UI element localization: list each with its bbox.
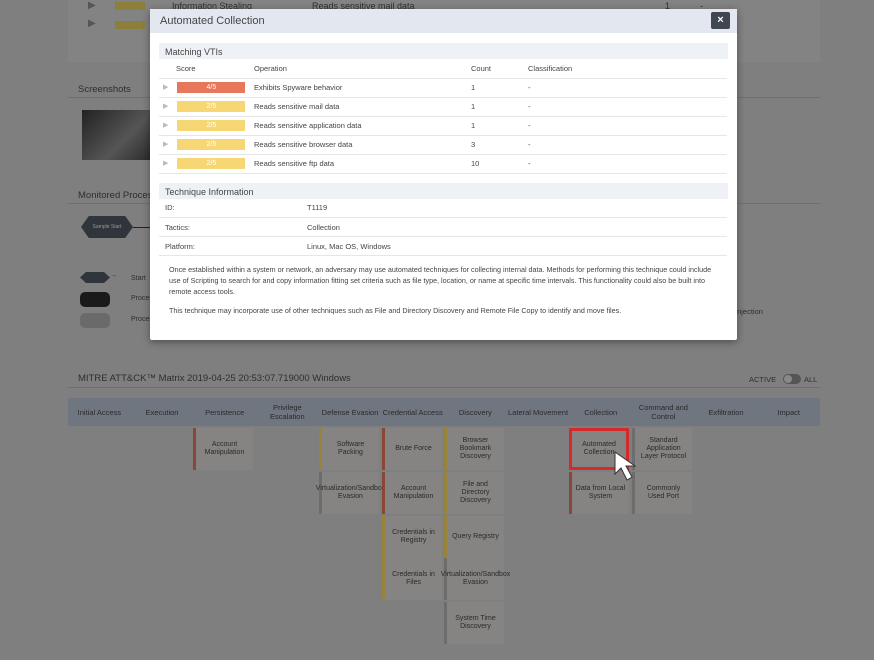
- matrix-header: Initial Access Execution Persistence Pri…: [68, 398, 820, 426]
- toggle-active-label: ACTIVE: [749, 375, 777, 384]
- active-all-toggle[interactable]: [783, 374, 801, 384]
- operation: Reads sensitive browser data: [254, 135, 471, 155]
- screenshots-heading: Screenshots: [78, 84, 131, 95]
- technique-cell[interactable]: Software Packing: [319, 428, 379, 470]
- operation: Exhibits Spyware behavior: [254, 78, 471, 98]
- legend-label: Injection: [735, 307, 763, 316]
- tactic-header: Collection: [584, 407, 618, 417]
- mouse-cursor-icon: [614, 451, 637, 481]
- vti-table: Score Operation Count Classification ▶ 4/…: [159, 59, 727, 174]
- expand-icon[interactable]: ▶: [88, 18, 96, 29]
- vti-row[interactable]: ▶ 2/5 Reads sensitive application data 1 …: [159, 116, 727, 136]
- info-key: Platform:: [159, 236, 307, 256]
- technique-cell[interactable]: Account Manipulation: [382, 472, 442, 514]
- count: 1: [471, 97, 528, 117]
- info-row: ID: T1119: [159, 198, 727, 218]
- col-score: Score: [159, 59, 254, 79]
- info-row: Tactics: Collection: [159, 217, 727, 237]
- tactic-header: Initial Access: [77, 407, 122, 417]
- vti-row[interactable]: ▶ 2/5 Reads sensitive ftp data 10 -: [159, 154, 727, 174]
- score-badge: 2/5: [177, 158, 246, 169]
- info-row: Platform: Linux, Mac OS, Windows: [159, 236, 727, 256]
- expand-icon[interactable]: ▶: [163, 160, 168, 167]
- technique-cell[interactable]: Virtualization/Sandbox Evasion: [316, 472, 385, 514]
- operation: Reads sensitive ftp data: [254, 154, 471, 174]
- tactic-header: Impact: [777, 407, 800, 417]
- classification: -: [528, 135, 727, 155]
- col-count: Count: [471, 59, 528, 79]
- expand-icon[interactable]: ▶: [163, 141, 168, 148]
- expand-icon[interactable]: ▶: [88, 0, 96, 11]
- tactic-header: Command and Control: [638, 403, 688, 421]
- score-badge: 4/5: [177, 82, 246, 93]
- tactic-header: Defense Evasion: [321, 407, 379, 417]
- tactic-header: Execution: [145, 407, 179, 417]
- tactic-header: Credential Access: [382, 407, 443, 417]
- vti-row[interactable]: ▶ 2/5 Reads sensitive browser data 3 -: [159, 135, 727, 155]
- process-edge: [133, 227, 150, 228]
- expand-icon[interactable]: ▶: [163, 103, 168, 110]
- legend-label: Start: [131, 275, 146, 282]
- technique-cell[interactable]: Credentials in Registry: [382, 516, 442, 558]
- expand-icon[interactable]: ▶: [163, 84, 168, 91]
- technique-cell[interactable]: File and Directory Discovery: [444, 472, 504, 514]
- technique-cell[interactable]: System Time Discovery: [444, 602, 504, 644]
- technique-description: Once established within a system or netw…: [169, 265, 712, 296]
- info-value: Collection: [307, 217, 727, 237]
- count: 3: [471, 135, 528, 155]
- score-badge: [115, 2, 145, 10]
- tactic-header: Persistence: [205, 407, 245, 417]
- technique-cell[interactable]: Account Manipulation: [193, 428, 253, 470]
- matching-vtis-heading: Matching VTIs: [159, 43, 728, 59]
- classification: -: [528, 97, 727, 117]
- score-badge: 2/5: [177, 139, 246, 150]
- modal-title: Automated Collection: [150, 9, 737, 33]
- score-badge: 2/5: [177, 101, 246, 112]
- expand-icon[interactable]: ▶: [163, 122, 168, 129]
- table-header: Score Operation Count Classification: [159, 59, 727, 79]
- screenshot-thumbnail[interactable]: [82, 110, 152, 160]
- arrow-icon: →: [110, 272, 117, 279]
- operation: Reads sensitive application data: [254, 116, 471, 136]
- technique-modal: Automated Collection × Matching VTIs Sco…: [150, 9, 737, 340]
- vti-row[interactable]: ▶ 2/5 Reads sensitive mail data 1 -: [159, 97, 727, 117]
- score-badge: 2/5: [177, 120, 246, 131]
- col-operation: Operation: [254, 59, 471, 79]
- count: 1: [471, 116, 528, 136]
- vti-row[interactable]: ▶ 4/5 Exhibits Spyware behavior 1 -: [159, 78, 727, 98]
- classification: -: [528, 78, 727, 98]
- col-classification: Classification: [528, 59, 727, 79]
- technique-info-table: ID: T1119 Tactics: Collection Platform: Lin…: [159, 198, 727, 256]
- info-value: Linux, Mac OS, Windows: [307, 236, 727, 256]
- toggle-all-label: ALL: [804, 375, 818, 384]
- classification: -: [528, 116, 727, 136]
- matrix-title: MITRE ATT&CK™ Matrix 2019-04-25 20:53:07…: [78, 373, 351, 384]
- sample-start-node[interactable]: Sample Start: [81, 216, 133, 238]
- tactic-header: Privilege Escalation: [270, 403, 305, 421]
- operation: Reads sensitive mail data: [254, 97, 471, 117]
- process-legend-icon: [80, 292, 110, 307]
- count: 1: [471, 78, 528, 98]
- tactic-header: Lateral Movement: [508, 407, 569, 417]
- score-badge: [115, 21, 145, 29]
- classification: -: [528, 154, 727, 174]
- technique-description: This technique may incorporate use of ot…: [169, 306, 622, 315]
- process-legend-icon: [80, 313, 110, 328]
- start-legend-icon: [80, 272, 110, 283]
- info-key: ID:: [159, 198, 307, 218]
- technique-cell[interactable]: Credentials in Files: [382, 558, 442, 600]
- divider: [68, 387, 820, 388]
- info-value: T1119: [307, 198, 727, 218]
- technique-info-heading: Technique Information: [159, 182, 728, 199]
- tactic-header: Exfiltration: [708, 407, 744, 417]
- technique-cell[interactable]: Brute Force: [382, 428, 442, 470]
- tactic-header: Discovery: [458, 407, 492, 417]
- technique-cell[interactable]: Virtualization/Sandbox Evasion: [441, 558, 510, 600]
- technique-cell[interactable]: Query Registry: [444, 516, 504, 558]
- technique-cell[interactable]: Browser Bookmark Discovery: [444, 428, 504, 470]
- close-button[interactable]: ×: [711, 12, 730, 29]
- count: 10: [471, 154, 528, 174]
- info-key: Tactics:: [159, 217, 307, 237]
